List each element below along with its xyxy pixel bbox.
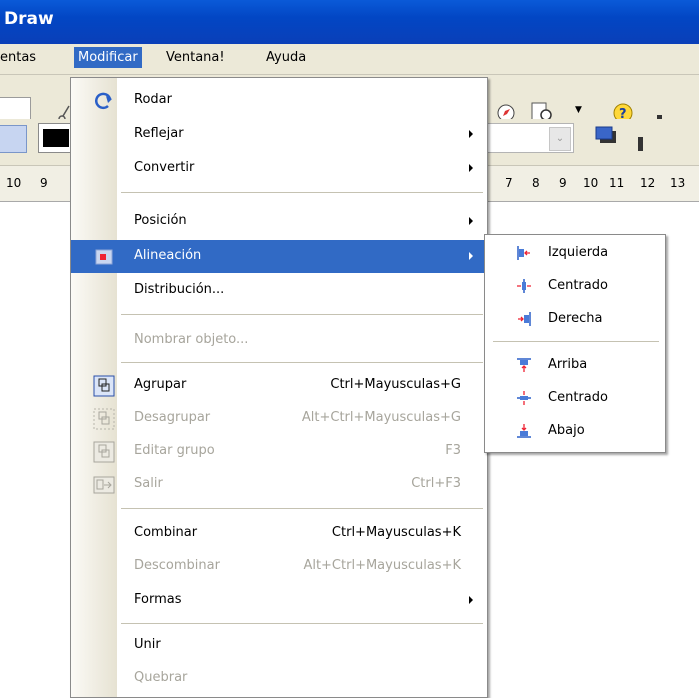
menu-item-label: Quebrar xyxy=(134,670,188,685)
alineacion-submenu: Izquierda Centrado Derecha Arriba Centra… xyxy=(484,234,666,453)
window-title: Draw xyxy=(4,9,54,29)
submenu-item-label: Abajo xyxy=(548,423,585,438)
submenu-arrow-icon xyxy=(469,217,473,225)
menu-item-label: Nombrar objeto... xyxy=(134,332,249,347)
menu-shortcut: Alt+Ctrl+Mayusculas+K xyxy=(303,558,461,573)
color-select[interactable] xyxy=(38,123,72,153)
menu-item-formas[interactable]: Formas xyxy=(71,584,487,617)
submenu-item-arriba[interactable]: Arriba xyxy=(485,349,665,382)
align-right-icon xyxy=(518,312,531,326)
area-style-select[interactable]: ⌄ xyxy=(486,123,574,153)
shadow-icon[interactable] xyxy=(594,125,620,149)
menu-item-label: Unir xyxy=(134,637,161,652)
menu-item-alineacion[interactable]: Alineación xyxy=(71,240,487,273)
edit-group-icon xyxy=(93,441,115,463)
menu-item-nombrar-objeto[interactable]: Nombrar objeto... xyxy=(71,324,487,357)
menu-item-label: Combinar xyxy=(134,525,198,540)
line-style-button[interactable] xyxy=(0,125,27,153)
align-left-icon xyxy=(517,246,530,260)
menu-item-unir[interactable]: Unir xyxy=(71,629,487,662)
menu-separator xyxy=(121,314,483,315)
menu-shortcut: Alt+Ctrl+Mayusculas+G xyxy=(301,410,461,425)
menu-item-reflejar[interactable]: Reflejar xyxy=(71,118,487,151)
menu-bar: entas Modificar Ventana! Ayuda xyxy=(0,44,699,75)
ungroup-icon xyxy=(93,408,115,430)
rotate-icon xyxy=(95,92,112,110)
menu-item-label: Rodar xyxy=(134,92,172,107)
menu-item-posicion[interactable]: Posición xyxy=(71,205,487,238)
submenu-item-label: Izquierda xyxy=(548,245,609,260)
align-top-icon xyxy=(517,358,531,372)
submenu-arrow-icon xyxy=(469,164,473,172)
submenu-item-centrado-horizontal[interactable]: Centrado xyxy=(485,270,665,303)
menu-shortcut: F3 xyxy=(445,443,461,458)
menu-item-label: Desagrupar xyxy=(134,410,211,425)
ruler-label: 11 xyxy=(609,176,625,190)
menu-item-label: Descombinar xyxy=(134,558,220,573)
ruler-label: 12 xyxy=(640,176,656,190)
menu-herramientas[interactable]: entas xyxy=(0,50,36,65)
ruler-label: 10 xyxy=(6,176,22,190)
group-icon xyxy=(93,375,115,397)
submenu-item-label: Centrado xyxy=(548,278,608,293)
menu-item-label: Salir xyxy=(134,476,163,491)
menu-item-quebrar[interactable]: Quebrar xyxy=(71,662,487,695)
menu-separator xyxy=(121,192,483,193)
align-center-vertical-icon xyxy=(517,391,531,405)
submenu-item-label: Centrado xyxy=(548,390,608,405)
menu-item-label: Distribución... xyxy=(134,282,225,297)
ruler-label: 7 xyxy=(505,176,513,190)
menu-shortcut: Ctrl+F3 xyxy=(411,476,461,491)
menu-item-label: Formas xyxy=(134,592,182,607)
title-bar: Draw xyxy=(0,0,699,44)
menu-item-desagrupar[interactable]: Desagrupar Alt+Ctrl+Mayusculas+G xyxy=(71,402,487,435)
menu-item-label: Agrupar xyxy=(134,377,187,392)
ruler-label: 9 xyxy=(40,176,48,190)
chevron-down-icon[interactable]: ▼ xyxy=(575,105,582,115)
submenu-separator xyxy=(493,341,659,342)
menu-item-descombinar[interactable]: Descombinar Alt+Ctrl+Mayusculas+K xyxy=(71,550,487,583)
menu-item-label: Alineación xyxy=(134,248,202,263)
menu-modificar[interactable]: Modificar xyxy=(74,47,142,68)
submenu-arrow-icon xyxy=(469,252,473,260)
submenu-arrow-icon xyxy=(469,130,473,138)
menu-ayuda[interactable]: Ayuda xyxy=(266,50,306,65)
menu-item-editar-grupo[interactable]: Editar grupo F3 xyxy=(71,435,487,468)
menu-item-label: Reflejar xyxy=(134,126,184,141)
menu-ventana[interactable]: Ventana! xyxy=(166,50,225,65)
menu-item-label: Posición xyxy=(134,213,187,228)
submenu-item-abajo[interactable]: Abajo xyxy=(485,415,665,448)
menu-item-label: Convertir xyxy=(134,160,195,175)
submenu-item-derecha[interactable]: Derecha xyxy=(485,303,665,336)
menu-separator xyxy=(121,362,483,363)
menu-item-convertir[interactable]: Convertir xyxy=(71,152,487,185)
ruler-label: 9 xyxy=(559,176,567,190)
submenu-item-izquierda[interactable]: Izquierda xyxy=(485,237,665,270)
modificar-menu: Rodar Reflejar Convertir Posición Alinea… xyxy=(70,77,488,698)
toolbar-grip[interactable] xyxy=(638,137,643,151)
submenu-item-label: Arriba xyxy=(548,357,588,372)
menu-item-agrupar[interactable]: Agrupar Ctrl+Mayusculas+G xyxy=(71,369,487,402)
menu-shortcut: Ctrl+Mayusculas+K xyxy=(331,525,461,540)
menu-shortcut: Ctrl+Mayusculas+G xyxy=(330,377,461,392)
menu-item-salir[interactable]: Salir Ctrl+F3 xyxy=(71,468,487,501)
align-bottom-icon xyxy=(517,424,531,438)
menu-item-label: Editar grupo xyxy=(134,443,215,458)
submenu-item-label: Derecha xyxy=(548,311,603,326)
align-icon xyxy=(95,249,113,265)
menu-separator xyxy=(121,508,483,509)
menu-item-distribucion[interactable]: Distribución... xyxy=(71,274,487,307)
exit-group-icon xyxy=(93,476,115,494)
align-center-horizontal-icon xyxy=(517,279,531,293)
menu-item-combinar[interactable]: Combinar Ctrl+Mayusculas+K xyxy=(71,517,487,550)
ruler-label: 10 xyxy=(583,176,599,190)
ruler-label: 13 xyxy=(670,176,686,190)
menu-separator xyxy=(121,623,483,624)
submenu-item-centrado-vertical[interactable]: Centrado xyxy=(485,382,665,415)
menu-item-rodar[interactable]: Rodar xyxy=(71,84,487,117)
submenu-arrow-icon xyxy=(469,596,473,604)
ruler-label: 8 xyxy=(532,176,540,190)
